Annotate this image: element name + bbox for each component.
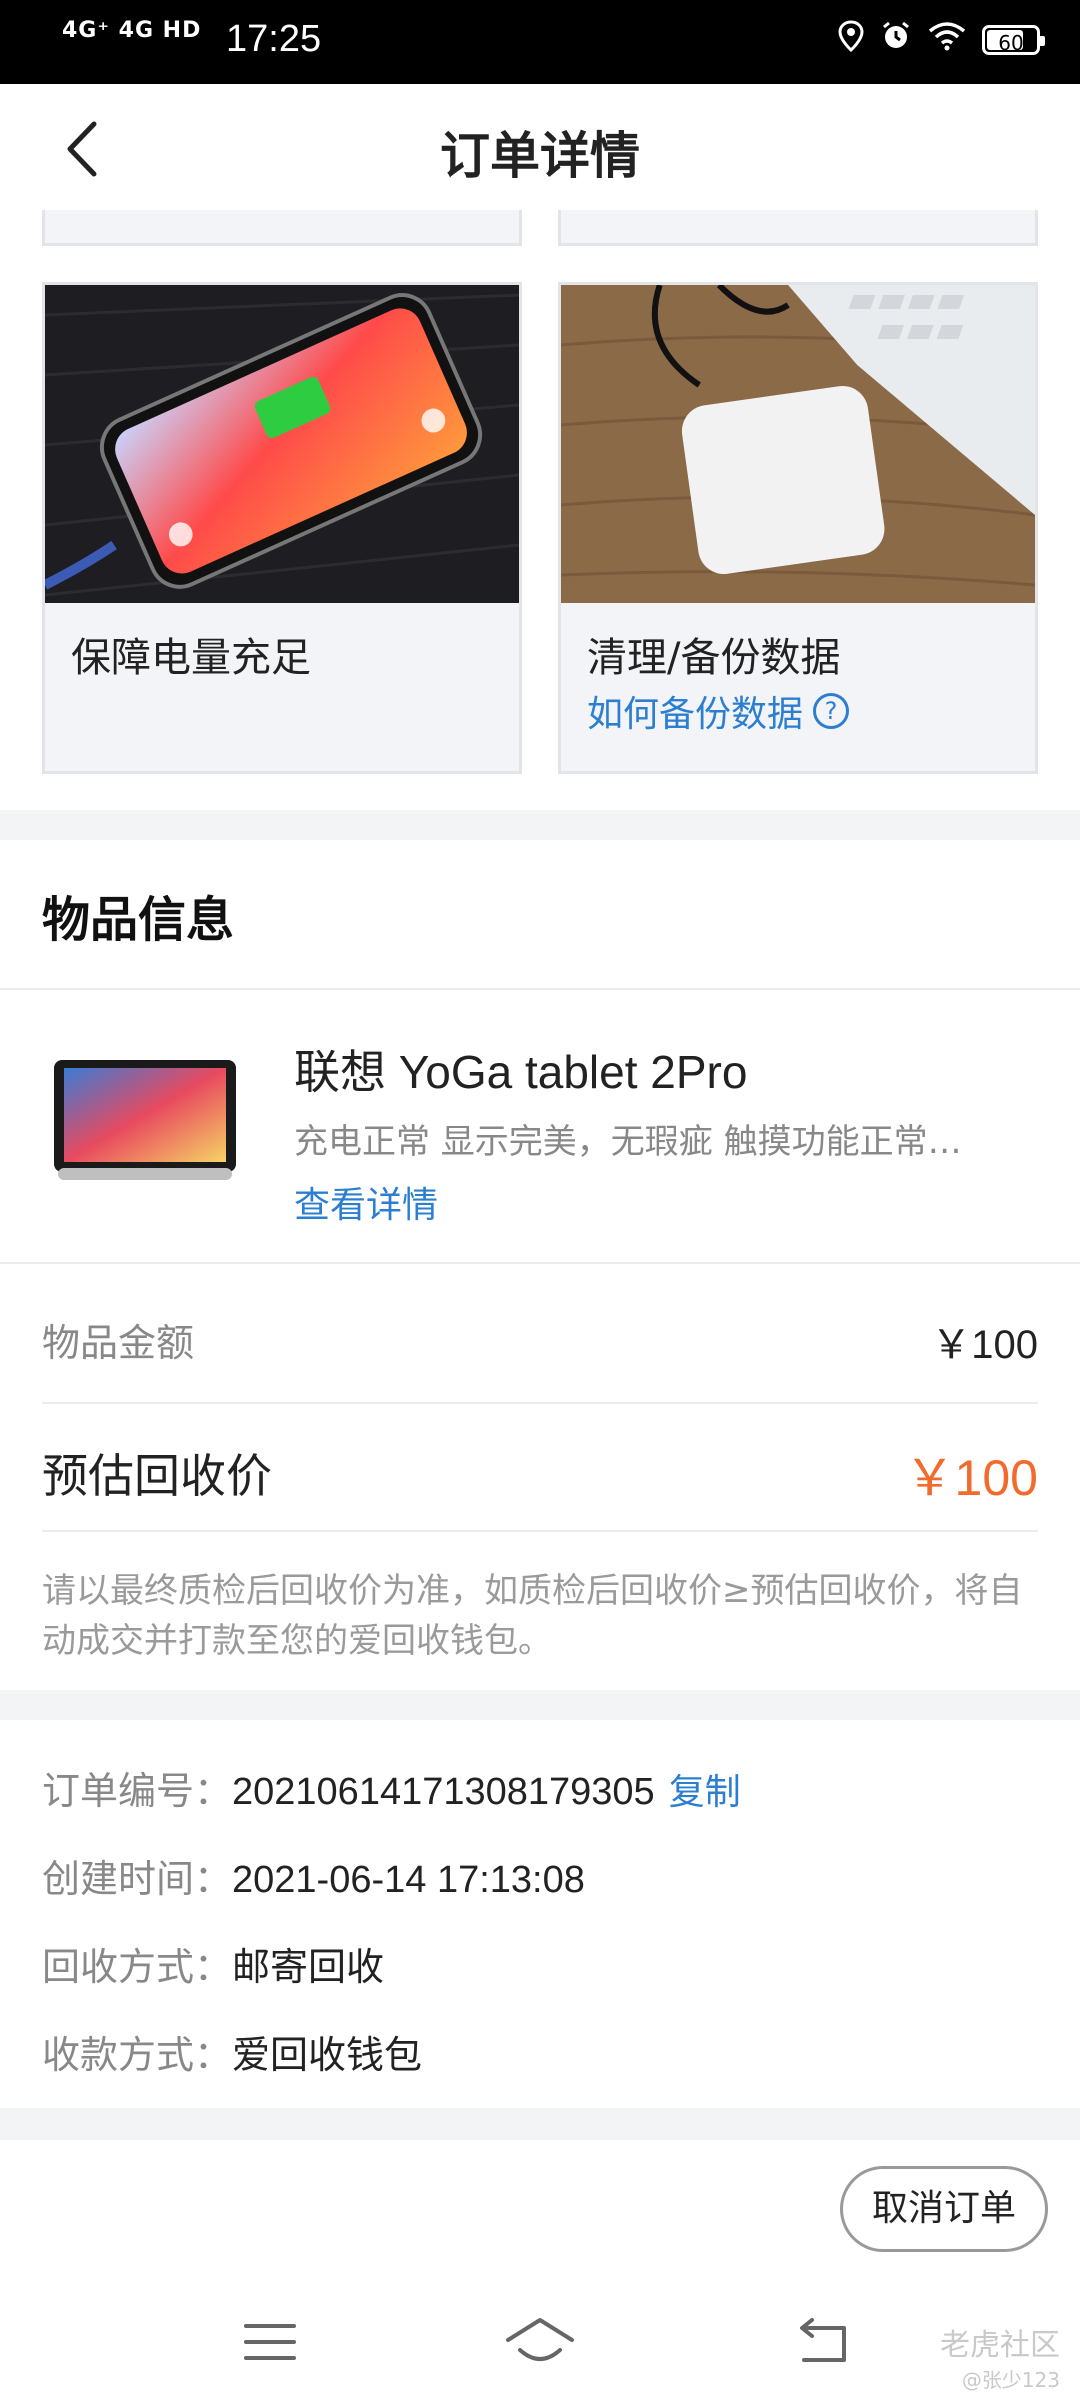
payment-method-value: 爱回收钱包 bbox=[232, 2033, 423, 2077]
created-time-value: 2021-06-14 17:13:08 bbox=[232, 1859, 585, 1901]
item-section-title: 物品信息 bbox=[42, 892, 235, 948]
backup-help-label: 如何备份数据 bbox=[587, 694, 804, 735]
tip-card-partial-left bbox=[42, 210, 522, 246]
recycle-method-label: 回收方式： bbox=[42, 1945, 233, 1989]
tip-card-partial-right bbox=[558, 210, 1038, 246]
recycle-method-row: 回收方式： 邮寄回收 bbox=[42, 1936, 384, 1991]
watermark-user: @张少123 bbox=[961, 2368, 1060, 2392]
section-divider bbox=[0, 1690, 1080, 1720]
system-nav-bar: 老虎社区 @张少123 bbox=[0, 2280, 1080, 2400]
hard-drive-image bbox=[561, 285, 1035, 603]
tablet-image bbox=[54, 1060, 236, 1180]
section-divider bbox=[0, 2108, 1080, 2140]
wifi-icon bbox=[928, 21, 966, 59]
divider bbox=[42, 1530, 1038, 1532]
status-time: 17:25 bbox=[226, 18, 322, 60]
menu-button[interactable] bbox=[238, 2310, 302, 2374]
question-circle-icon: ? bbox=[813, 693, 850, 729]
location-icon bbox=[838, 20, 864, 60]
bottom-action-bar: 取消订单 bbox=[0, 2140, 1080, 2280]
item-amount-label: 物品金额 bbox=[42, 1321, 195, 1365]
battery-level: 60 bbox=[998, 31, 1024, 55]
estimated-price-label: 预估回收价 bbox=[42, 1449, 272, 1503]
cancel-order-button[interactable]: 取消订单 bbox=[840, 2166, 1048, 2252]
network-indicator: 4G⁺ 4G HD bbox=[62, 18, 202, 43]
order-number-label: 订单编号： bbox=[42, 1769, 233, 1813]
copy-button[interactable]: 复制 bbox=[669, 1763, 741, 1815]
phone-charging-image bbox=[45, 285, 519, 603]
view-details-link[interactable]: 查看详情 bbox=[294, 1176, 438, 1228]
nav-bar: 订单详情 bbox=[0, 84, 1080, 214]
page-title: 订单详情 bbox=[440, 127, 640, 185]
tip-card-backup: 清理/备份数据 如何备份数据 ? bbox=[558, 282, 1038, 774]
home-button[interactable] bbox=[504, 2310, 576, 2374]
payment-method-row: 收款方式： 爱回收钱包 bbox=[42, 2024, 422, 2079]
tip-card-battery: 保障电量充足 bbox=[42, 282, 522, 774]
status-icons: 60 bbox=[838, 20, 1045, 60]
item-amount-value: ￥100 bbox=[931, 1323, 1038, 1367]
price-note: 请以最终质检后回收价为准，如质检后回收价≥预估回收价，将自动成交并打款至您的爱回… bbox=[42, 1571, 1023, 1661]
estimated-price-value: ￥100 bbox=[904, 1450, 1038, 1506]
divider bbox=[42, 1402, 1038, 1404]
watermark-site: 老虎社区 bbox=[940, 2328, 1060, 2363]
tip-title-backup: 清理/备份数据 bbox=[587, 635, 841, 681]
recycle-method-value: 邮寄回收 bbox=[232, 1945, 385, 1989]
menu-icon bbox=[244, 2324, 296, 2360]
payment-method-label: 收款方式： bbox=[42, 2033, 233, 2077]
product-name: 联想 YoGa tablet 2Pro bbox=[294, 1046, 748, 1098]
created-time-row: 创建时间： 2021-06-14 17:13:08 bbox=[42, 1848, 585, 1903]
home-icon bbox=[506, 2318, 574, 2361]
watermark: 老虎社区 @张少123 bbox=[940, 2320, 1060, 2393]
alarm-icon bbox=[880, 20, 912, 60]
divider bbox=[0, 988, 1080, 990]
tip-title-battery: 保障电量充足 bbox=[71, 635, 311, 681]
back-nav-button[interactable] bbox=[790, 2310, 854, 2374]
product-description: 充电正常 显示完美，无瑕疵 触摸功能正常… bbox=[294, 1122, 962, 1162]
order-number-value: 20210614171308179305 bbox=[232, 1771, 655, 1813]
divider bbox=[0, 1262, 1080, 1264]
section-divider bbox=[0, 810, 1080, 840]
created-time-label: 创建时间： bbox=[42, 1857, 233, 1901]
order-number-row: 订单编号： 20210614171308179305 复制 bbox=[42, 1760, 741, 1815]
status-bar: 4G⁺ 4G HD 17:25 60 bbox=[0, 0, 1080, 84]
return-icon bbox=[800, 2318, 846, 2362]
backup-help-link[interactable]: 如何备份数据 ? bbox=[587, 685, 850, 737]
battery-icon: 60 bbox=[982, 25, 1045, 55]
